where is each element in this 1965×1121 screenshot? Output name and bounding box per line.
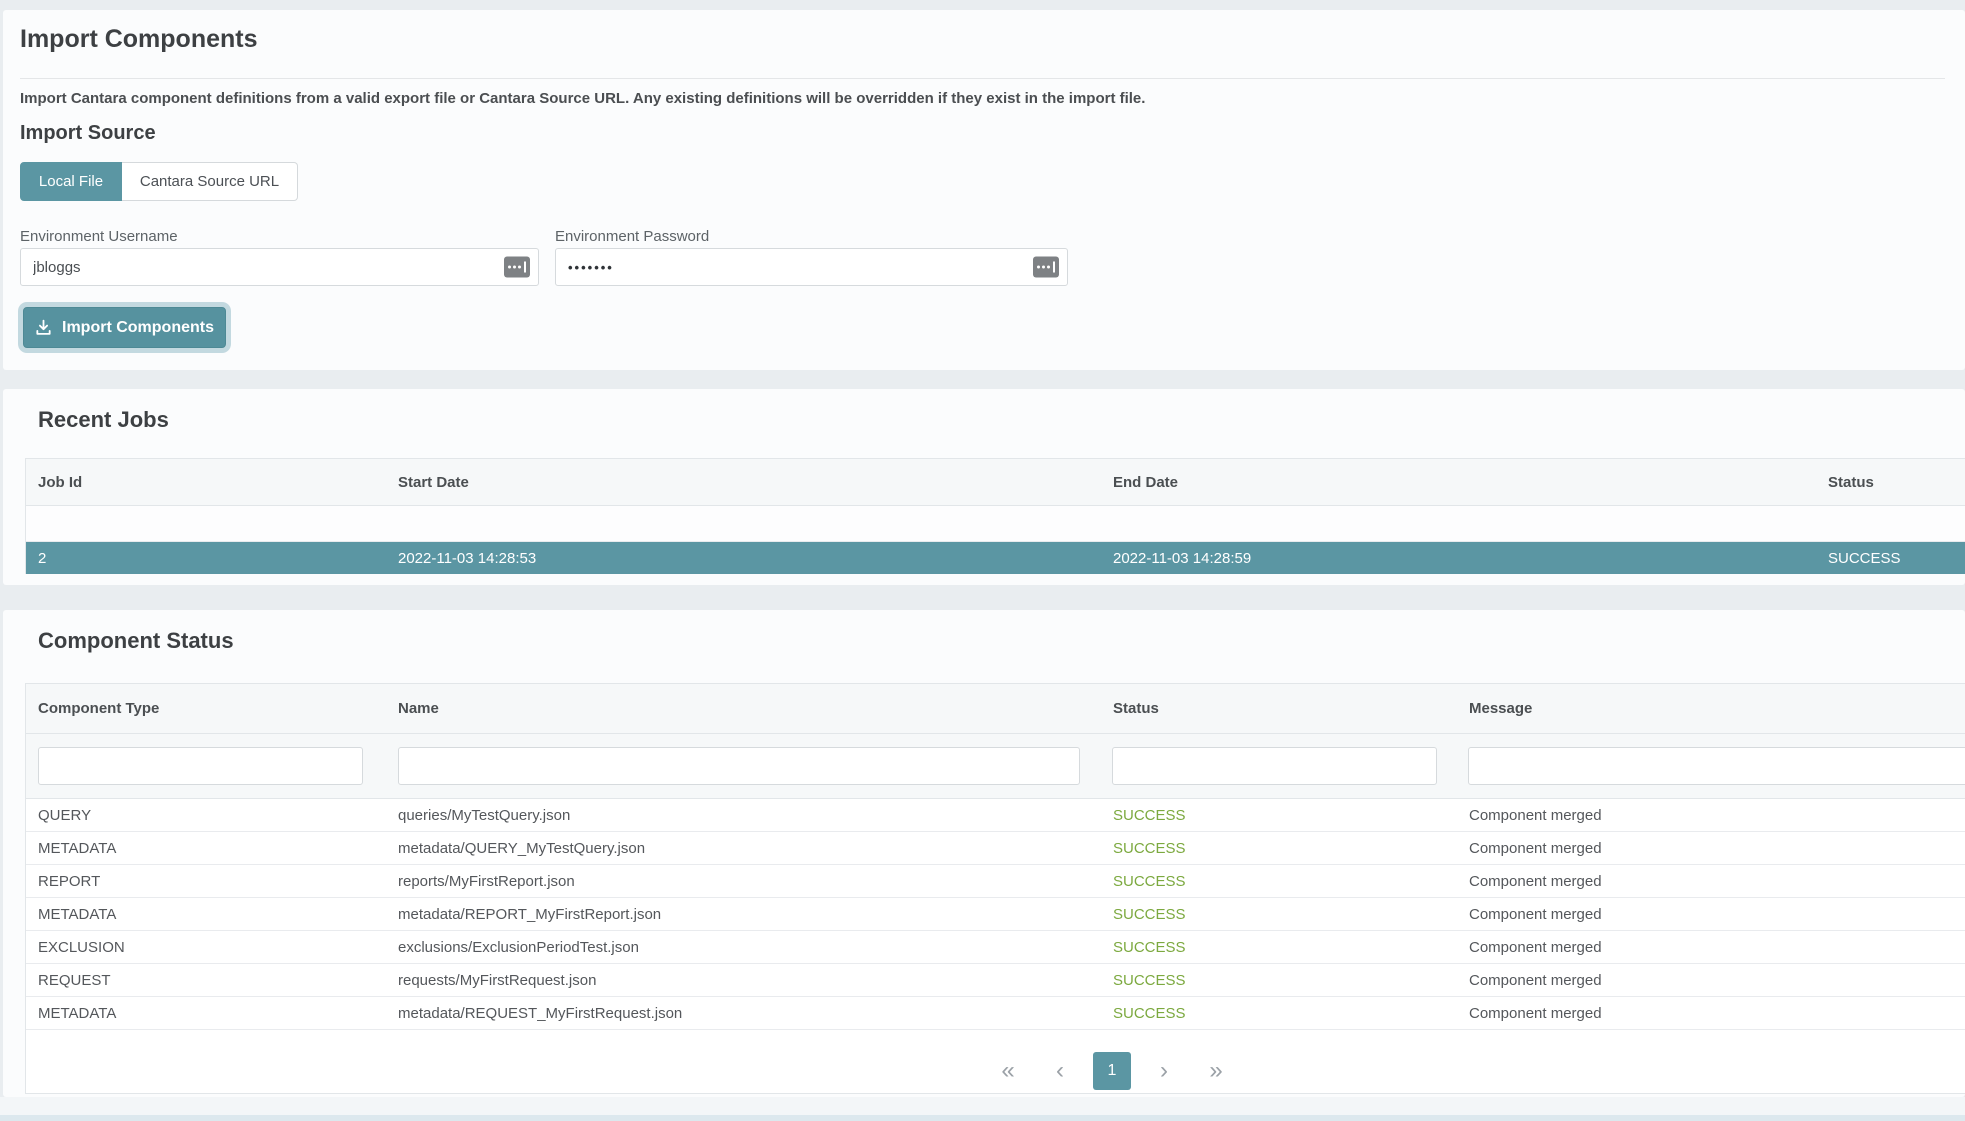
component-type-cell: METADATA — [26, 898, 386, 930]
component-status-filter-row — [26, 734, 1965, 799]
password-input[interactable] — [556, 249, 1067, 285]
recent-jobs-table: Job Id Start Date End Date Status 2 2022… — [25, 458, 1965, 574]
component-message-cell: Component merged — [1457, 799, 1965, 831]
component-row: REQUEST requests/MyFirstRequest.json SUC… — [26, 964, 1965, 997]
component-message-cell: Component merged — [1457, 997, 1965, 1029]
paginator: « ‹ 1 › » — [989, 1052, 1235, 1090]
page-title: Import Components — [20, 25, 258, 54]
bottom-background-strip — [0, 1097, 1965, 1115]
username-label: Environment Username — [20, 228, 178, 245]
component-status-header-row: Component Type Name Status Message — [26, 684, 1965, 734]
component-message-cell: Component merged — [1457, 832, 1965, 864]
component-row: QUERY queries/MyTestQuery.json SUCCESS C… — [26, 799, 1965, 832]
component-status-table: Component Type Name Status Message QUERY… — [25, 683, 1965, 1094]
component-type-cell: REPORT — [26, 865, 386, 897]
toggle-local-file[interactable]: Local File — [20, 162, 122, 201]
import-panel: Import Components Import Cantara compone… — [3, 10, 1965, 370]
import-source-toggle: Local File Cantara Source URL — [20, 162, 298, 201]
column-header-status: Status — [1101, 684, 1457, 733]
input-method-icon[interactable] — [1033, 257, 1059, 278]
import-components-page: Import Components Import Cantara compone… — [0, 0, 1965, 1121]
component-row: METADATA metadata/REQUEST_MyFirstRequest… — [26, 997, 1965, 1030]
component-status-cell: SUCCESS — [1101, 799, 1457, 831]
component-type-cell: QUERY — [26, 799, 386, 831]
component-name-cell: metadata/REPORT_MyFirstReport.json — [386, 898, 1101, 930]
job-status-cell: SUCCESS — [1816, 542, 1965, 574]
job-start-date-cell: 2022-11-03 14:28:53 — [386, 542, 1101, 574]
input-method-icon[interactable] — [504, 257, 530, 278]
component-name-cell: reports/MyFirstReport.json — [386, 865, 1101, 897]
component-message-cell: Component merged — [1457, 964, 1965, 996]
component-type-cell: REQUEST — [26, 964, 386, 996]
password-label: Environment Password — [555, 228, 709, 245]
component-status-cell: SUCCESS — [1101, 964, 1457, 996]
component-type-cell: METADATA — [26, 997, 386, 1029]
column-header-end-date: End Date — [1101, 459, 1816, 505]
paginator-first-icon[interactable]: « — [989, 1052, 1027, 1090]
paginator-last-icon[interactable]: » — [1197, 1052, 1235, 1090]
password-field-wrap — [555, 248, 1068, 286]
component-name-cell: metadata/REQUEST_MyFirstRequest.json — [386, 997, 1101, 1029]
import-description: Import Cantara component definitions fro… — [20, 90, 1145, 107]
column-header-message: Message — [1457, 684, 1965, 733]
component-name-cell: metadata/QUERY_MyTestQuery.json — [386, 832, 1101, 864]
toggle-cantara-source-url[interactable]: Cantara Source URL — [122, 162, 298, 201]
component-row: METADATA metadata/QUERY_MyTestQuery.json… — [26, 832, 1965, 865]
recent-jobs-panel: Recent Jobs Job Id Start Date End Date S… — [3, 389, 1965, 585]
component-row: REPORT reports/MyFirstReport.json SUCCES… — [26, 865, 1965, 898]
component-type-cell: EXCLUSION — [26, 931, 386, 963]
import-components-button[interactable]: Import Components — [23, 307, 226, 348]
recent-jobs-title: Recent Jobs — [38, 407, 169, 433]
filter-status-input[interactable] — [1112, 747, 1437, 785]
component-message-cell: Component merged — [1457, 898, 1965, 930]
bottom-edge-strip — [0, 1115, 1965, 1121]
component-message-cell: Component merged — [1457, 931, 1965, 963]
recent-jobs-header-row: Job Id Start Date End Date Status — [26, 459, 1965, 506]
column-header-status: Status — [1816, 459, 1965, 505]
component-message-cell: Component merged — [1457, 865, 1965, 897]
job-id-cell: 2 — [26, 542, 386, 574]
column-header-component-type: Component Type — [26, 684, 386, 733]
import-source-heading: Import Source — [20, 122, 156, 145]
column-header-job-id: Job Id — [26, 459, 386, 505]
title-divider — [20, 78, 1945, 79]
component-name-cell: requests/MyFirstRequest.json — [386, 964, 1101, 996]
username-field-wrap — [20, 248, 539, 286]
component-row: METADATA metadata/REPORT_MyFirstReport.j… — [26, 898, 1965, 931]
column-header-start-date: Start Date — [386, 459, 1101, 505]
component-name-cell: exclusions/ExclusionPeriodTest.json — [386, 931, 1101, 963]
download-icon — [35, 319, 52, 336]
component-name-cell: queries/MyTestQuery.json — [386, 799, 1101, 831]
component-status-cell: SUCCESS — [1101, 832, 1457, 864]
paginator-page-1[interactable]: 1 — [1093, 1052, 1131, 1090]
component-status-cell: SUCCESS — [1101, 898, 1457, 930]
component-status-cell: SUCCESS — [1101, 931, 1457, 963]
component-status-panel: Component Status Component Type Name Sta… — [3, 610, 1965, 1097]
paginator-next-icon[interactable]: › — [1145, 1052, 1183, 1090]
filter-name-input[interactable] — [398, 747, 1080, 785]
paginator-prev-icon[interactable]: ‹ — [1041, 1052, 1079, 1090]
component-type-cell: METADATA — [26, 832, 386, 864]
filter-message-input[interactable] — [1468, 747, 1965, 785]
username-input[interactable] — [21, 249, 538, 285]
component-status-cell: SUCCESS — [1101, 865, 1457, 897]
component-status-cell: SUCCESS — [1101, 997, 1457, 1029]
recent-jobs-empty-row — [26, 506, 1965, 542]
import-components-button-label: Import Components — [62, 319, 214, 337]
filter-component-type-input[interactable] — [38, 747, 363, 785]
column-header-name: Name — [386, 684, 1101, 733]
component-status-title: Component Status — [38, 628, 234, 654]
recent-jobs-row-selected[interactable]: 2 2022-11-03 14:28:53 2022-11-03 14:28:5… — [26, 542, 1965, 574]
job-end-date-cell: 2022-11-03 14:28:59 — [1101, 542, 1816, 574]
component-row: EXCLUSION exclusions/ExclusionPeriodTest… — [26, 931, 1965, 964]
